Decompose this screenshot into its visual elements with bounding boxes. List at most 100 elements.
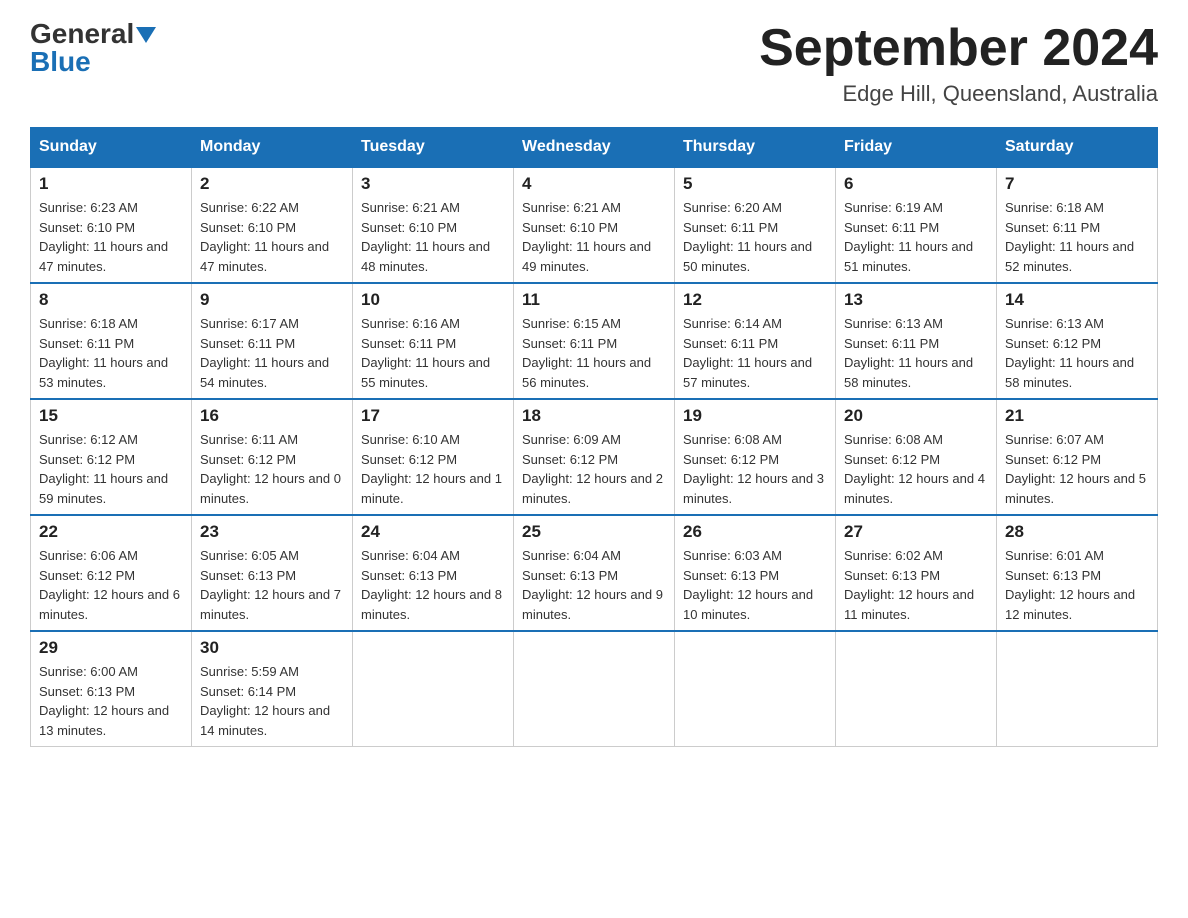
day-number: 17: [361, 406, 505, 426]
week-row-4: 22 Sunrise: 6:06 AMSunset: 6:12 PMDayligh…: [31, 515, 1158, 631]
day-info: Sunrise: 6:06 AMSunset: 6:12 PMDaylight:…: [39, 546, 183, 624]
day-number: 9: [200, 290, 344, 310]
day-info: Sunrise: 6:04 AMSunset: 6:13 PMDaylight:…: [522, 546, 666, 624]
day-number: 12: [683, 290, 827, 310]
day-info: Sunrise: 6:05 AMSunset: 6:13 PMDaylight:…: [200, 546, 344, 624]
day-number: 19: [683, 406, 827, 426]
day-info: Sunrise: 6:12 AMSunset: 6:12 PMDaylight:…: [39, 430, 183, 508]
day-info: Sunrise: 6:14 AMSunset: 6:11 PMDaylight:…: [683, 314, 827, 392]
day-number: 29: [39, 638, 183, 658]
header-monday: Monday: [192, 128, 353, 168]
day-cell: 9 Sunrise: 6:17 AMSunset: 6:11 PMDaylight…: [192, 283, 353, 399]
header-tuesday: Tuesday: [353, 128, 514, 168]
day-info: Sunrise: 6:04 AMSunset: 6:13 PMDaylight:…: [361, 546, 505, 624]
header-friday: Friday: [836, 128, 997, 168]
day-cell: 27 Sunrise: 6:02 AMSunset: 6:13 PMDayligh…: [836, 515, 997, 631]
day-number: 13: [844, 290, 988, 310]
day-cell: [675, 631, 836, 747]
day-info: Sunrise: 6:15 AMSunset: 6:11 PMDaylight:…: [522, 314, 666, 392]
header-thursday: Thursday: [675, 128, 836, 168]
day-info: Sunrise: 6:21 AMSunset: 6:10 PMDaylight:…: [522, 198, 666, 276]
day-number: 8: [39, 290, 183, 310]
day-info: Sunrise: 6:23 AMSunset: 6:10 PMDaylight:…: [39, 198, 183, 276]
day-number: 21: [1005, 406, 1149, 426]
day-cell: 22 Sunrise: 6:06 AMSunset: 6:12 PMDayligh…: [31, 515, 192, 631]
logo: General Blue: [30, 20, 156, 76]
day-cell: [514, 631, 675, 747]
day-number: 5: [683, 174, 827, 194]
header-wednesday: Wednesday: [514, 128, 675, 168]
logo-blue: Blue: [30, 48, 91, 76]
day-cell: [353, 631, 514, 747]
logo-triangle-icon: [136, 27, 156, 43]
day-info: Sunrise: 6:02 AMSunset: 6:13 PMDaylight:…: [844, 546, 988, 624]
week-row-3: 15 Sunrise: 6:12 AMSunset: 6:12 PMDayligh…: [31, 399, 1158, 515]
day-info: Sunrise: 6:22 AMSunset: 6:10 PMDaylight:…: [200, 198, 344, 276]
day-number: 7: [1005, 174, 1149, 194]
day-cell: 16Sunrise: 6:11 AMSunset: 6:12 PMDayligh…: [192, 399, 353, 515]
day-cell: 4 Sunrise: 6:21 AMSunset: 6:10 PMDaylight…: [514, 167, 675, 283]
day-cell: 30 Sunrise: 5:59 AMSunset: 6:14 PMDayligh…: [192, 631, 353, 747]
header-saturday: Saturday: [997, 128, 1158, 168]
day-number: 20: [844, 406, 988, 426]
page-header: General Blue September 2024 Edge Hill, Q…: [30, 20, 1158, 107]
day-cell: 25 Sunrise: 6:04 AMSunset: 6:13 PMDayligh…: [514, 515, 675, 631]
day-cell: 18Sunrise: 6:09 AMSunset: 6:12 PMDayligh…: [514, 399, 675, 515]
day-info: Sunrise: 6:08 AMSunset: 6:12 PMDaylight:…: [844, 430, 988, 508]
day-number: 11: [522, 290, 666, 310]
day-info: Sunrise: 6:08 AMSunset: 6:12 PMDaylight:…: [683, 430, 827, 508]
day-info: Sunrise: 5:59 AMSunset: 6:14 PMDaylight:…: [200, 662, 344, 740]
day-number: 15: [39, 406, 183, 426]
day-cell: 21 Sunrise: 6:07 AMSunset: 6:12 PMDayligh…: [997, 399, 1158, 515]
day-cell: 20 Sunrise: 6:08 AMSunset: 6:12 PMDayligh…: [836, 399, 997, 515]
day-number: 14: [1005, 290, 1149, 310]
day-info: Sunrise: 6:10 AMSunset: 6:12 PMDaylight:…: [361, 430, 505, 508]
day-number: 4: [522, 174, 666, 194]
day-cell: 23 Sunrise: 6:05 AMSunset: 6:13 PMDayligh…: [192, 515, 353, 631]
day-cell: 1 Sunrise: 6:23 AMSunset: 6:10 PMDaylight…: [31, 167, 192, 283]
day-info: Sunrise: 6:20 AMSunset: 6:11 PMDaylight:…: [683, 198, 827, 276]
day-number: 30: [200, 638, 344, 658]
day-cell: 3 Sunrise: 6:21 AMSunset: 6:10 PMDaylight…: [353, 167, 514, 283]
day-cell: [836, 631, 997, 747]
month-title: September 2024: [759, 20, 1158, 77]
day-info: Sunrise: 6:11 AMSunset: 6:12 PMDaylight:…: [200, 430, 344, 508]
header-row: SundayMondayTuesdayWednesdayThursdayFrid…: [31, 128, 1158, 168]
location-title: Edge Hill, Queensland, Australia: [759, 81, 1158, 107]
day-cell: 19 Sunrise: 6:08 AMSunset: 6:12 PMDayligh…: [675, 399, 836, 515]
day-number: 22: [39, 522, 183, 542]
day-number: 23: [200, 522, 344, 542]
header-sunday: Sunday: [31, 128, 192, 168]
day-info: Sunrise: 6:19 AMSunset: 6:11 PMDaylight:…: [844, 198, 988, 276]
day-number: 27: [844, 522, 988, 542]
day-number: 1: [39, 174, 183, 194]
day-info: Sunrise: 6:00 AMSunset: 6:13 PMDaylight:…: [39, 662, 183, 740]
day-info: Sunrise: 6:21 AMSunset: 6:10 PMDaylight:…: [361, 198, 505, 276]
day-number: 25: [522, 522, 666, 542]
day-cell: 5 Sunrise: 6:20 AMSunset: 6:11 PMDaylight…: [675, 167, 836, 283]
day-info: Sunrise: 6:13 AMSunset: 6:12 PMDaylight:…: [1005, 314, 1149, 392]
day-number: 3: [361, 174, 505, 194]
day-info: Sunrise: 6:01 AMSunset: 6:13 PMDaylight:…: [1005, 546, 1149, 624]
day-cell: 28 Sunrise: 6:01 AMSunset: 6:13 PMDayligh…: [997, 515, 1158, 631]
day-info: Sunrise: 6:03 AMSunset: 6:13 PMDaylight:…: [683, 546, 827, 624]
day-cell: 8Sunrise: 6:18 AMSunset: 6:11 PMDaylight…: [31, 283, 192, 399]
week-row-1: 1 Sunrise: 6:23 AMSunset: 6:10 PMDaylight…: [31, 167, 1158, 283]
day-info: Sunrise: 6:17 AMSunset: 6:11 PMDaylight:…: [200, 314, 344, 392]
day-info: Sunrise: 6:07 AMSunset: 6:12 PMDaylight:…: [1005, 430, 1149, 508]
day-cell: 11 Sunrise: 6:15 AMSunset: 6:11 PMDayligh…: [514, 283, 675, 399]
day-cell: 12 Sunrise: 6:14 AMSunset: 6:11 PMDayligh…: [675, 283, 836, 399]
day-info: Sunrise: 6:13 AMSunset: 6:11 PMDaylight:…: [844, 314, 988, 392]
day-number: 28: [1005, 522, 1149, 542]
day-cell: 2Sunrise: 6:22 AMSunset: 6:10 PMDaylight…: [192, 167, 353, 283]
day-cell: 29 Sunrise: 6:00 AMSunset: 6:13 PMDayligh…: [31, 631, 192, 747]
day-cell: 15 Sunrise: 6:12 AMSunset: 6:12 PMDayligh…: [31, 399, 192, 515]
day-cell: 26Sunrise: 6:03 AMSunset: 6:13 PMDayligh…: [675, 515, 836, 631]
week-row-2: 8Sunrise: 6:18 AMSunset: 6:11 PMDaylight…: [31, 283, 1158, 399]
day-info: Sunrise: 6:09 AMSunset: 6:12 PMDaylight:…: [522, 430, 666, 508]
day-cell: [997, 631, 1158, 747]
logo-general: General: [30, 20, 134, 48]
day-cell: 17 Sunrise: 6:10 AMSunset: 6:12 PMDayligh…: [353, 399, 514, 515]
day-cell: 6Sunrise: 6:19 AMSunset: 6:11 PMDaylight…: [836, 167, 997, 283]
day-cell: 24Sunrise: 6:04 AMSunset: 6:13 PMDayligh…: [353, 515, 514, 631]
